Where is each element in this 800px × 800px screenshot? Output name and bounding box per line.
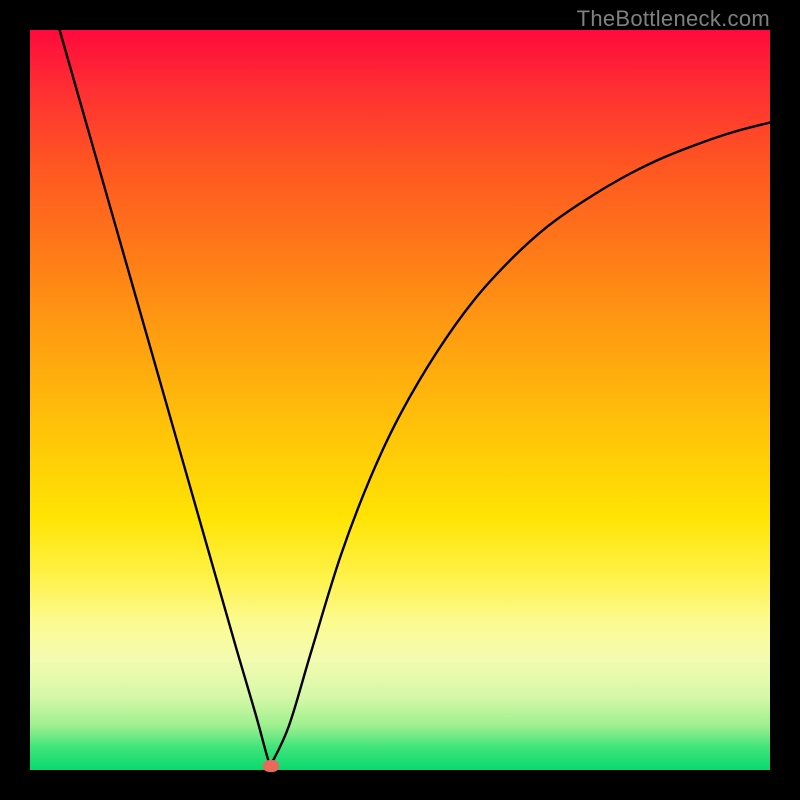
- min-marker: [263, 760, 279, 772]
- watermark-label: TheBottleneck.com: [577, 6, 770, 32]
- bottleneck-curve: [30, 30, 770, 770]
- curve-path: [60, 30, 770, 769]
- chart-frame: TheBottleneck.com: [0, 0, 800, 800]
- plot-area: [30, 30, 770, 770]
